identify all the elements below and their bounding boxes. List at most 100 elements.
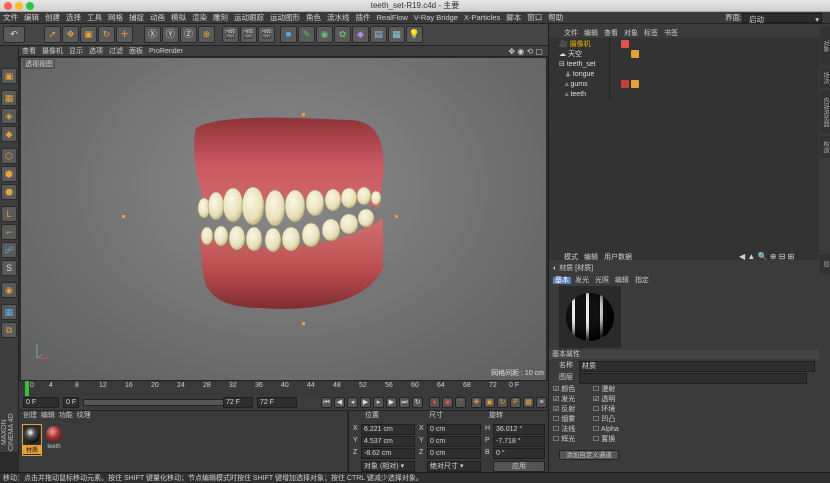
menu-select[interactable]: 选择 (63, 12, 84, 24)
channel-transparency[interactable]: ☑ 透明 (593, 395, 723, 405)
side-tab-structure[interactable]: 构造 (820, 136, 830, 158)
side-tab-objects[interactable]: 对象 (820, 26, 830, 66)
menu-script[interactable]: 脚本 (503, 12, 524, 24)
apply-button[interactable]: 应用 (493, 461, 545, 472)
rotation-p-field[interactable]: -7.718 ° (493, 436, 545, 447)
move-icon[interactable]: ✥ (62, 26, 79, 43)
menu-sculpt[interactable]: 雕刻 (210, 12, 231, 24)
live-select-icon[interactable]: ➚ (44, 26, 61, 43)
attr-menu-edit[interactable]: 编辑 (581, 253, 601, 263)
material-swatch-1[interactable]: 材质 (22, 424, 42, 456)
layer-field[interactable] (579, 373, 807, 384)
vp-menu-display[interactable]: 显示 (66, 46, 86, 57)
frame-range-slider[interactable] (83, 399, 233, 406)
rotation-h-field[interactable]: 36.012 ° (493, 424, 545, 435)
teeth-model[interactable] (21, 58, 546, 380)
y-axis-icon[interactable]: Ⓨ (162, 26, 179, 43)
x-axis-icon[interactable]: Ⓧ (144, 26, 161, 43)
camera-icon[interactable]: ▦ (388, 26, 405, 43)
object-row-gums[interactable]: ▵ gums (565, 80, 588, 90)
loop-icon[interactable]: ↻ (412, 397, 423, 408)
mat-menu-texture[interactable]: 纹理 (77, 412, 91, 419)
viewport-3d[interactable]: 透视视图 网格间距: 10 cm (21, 58, 546, 380)
tab-assign[interactable]: 指定 (633, 277, 651, 284)
menu-xparticles[interactable]: X-Particles (461, 12, 503, 24)
record-keyframe-icon[interactable]: ● (429, 397, 440, 408)
channel-bump[interactable]: ☐ 凹凸 (593, 415, 723, 425)
menu-vray-bridge[interactable]: V-Ray Bridge (411, 12, 461, 24)
mat-menu-create[interactable]: 创建 (23, 412, 37, 419)
menu-animate[interactable]: 动画 (147, 12, 168, 24)
model-mode-icon[interactable]: ▦ (1, 90, 17, 106)
z-axis-icon[interactable]: Ⓩ (180, 26, 197, 43)
position-y-field[interactable]: 4.537 cm (361, 436, 415, 447)
grid-plane-icon[interactable]: ▦ (1, 304, 17, 320)
array-icon[interactable]: ✿ (334, 26, 351, 43)
mat-menu-function[interactable]: 功能 (59, 412, 73, 419)
menu-render[interactable]: 渲染 (189, 12, 210, 24)
tag-icon[interactable] (621, 40, 629, 48)
key-scale-icon[interactable]: ▣ (484, 397, 495, 408)
object-row-tongue[interactable]: ⚶ tongue (565, 70, 594, 80)
key-rotation-icon[interactable]: ↻ (497, 397, 508, 408)
menu-file[interactable]: 文件 (0, 12, 21, 24)
polygons-mode-icon[interactable]: ⬣ (1, 184, 17, 200)
size-mode-select[interactable]: 绝对尺寸 ▾ (427, 461, 481, 472)
menu-window[interactable]: 窗口 (524, 12, 545, 24)
spline-pen-icon[interactable]: ✎ (298, 26, 315, 43)
render-picture-viewer-icon[interactable]: 🎬 (240, 26, 257, 43)
menu-mograph[interactable]: 运动图形 (267, 12, 303, 24)
size-x-field[interactable]: 0 cm (427, 424, 481, 435)
size-y-field[interactable]: 0 cm (427, 436, 481, 447)
position-x-field[interactable]: 6.221 cm (361, 424, 415, 435)
side-tab-takes[interactable]: 场次 (820, 68, 830, 88)
menu-motion-tracking[interactable]: 运动跟踪 (231, 12, 267, 24)
quantize-icon[interactable]: ⧉ (1, 322, 17, 338)
render-settings-icon[interactable]: 🎬 (258, 26, 275, 43)
key-pla-icon[interactable]: ▦ (523, 397, 534, 408)
menu-plugins[interactable]: 插件 (353, 12, 374, 24)
object-row-teeth-set[interactable]: ⊟ teeth_set (559, 60, 596, 70)
start-frame-field[interactable]: 0 F (23, 397, 59, 408)
make-editable-icon[interactable]: ▣ (1, 68, 17, 84)
material-name-field[interactable]: 材质 (579, 361, 815, 372)
material-swatch-2[interactable]: teeth (44, 424, 64, 456)
material-preview[interactable] (559, 286, 621, 348)
deformer-icon[interactable]: ◆ (352, 26, 369, 43)
render-view-icon[interactable]: 🎬 (222, 26, 239, 43)
attr-menu-userdata[interactable]: 用户数据 (601, 253, 635, 263)
channel-displacement[interactable]: ☐ 置换 (593, 435, 723, 445)
attr-menu-mode[interactable]: 模式 (561, 253, 581, 263)
end-frame-field[interactable]: 72 F (257, 397, 297, 408)
tweak-mode-icon[interactable]: ⌐ (1, 224, 17, 240)
cube-icon[interactable]: ■ (280, 26, 297, 43)
tab-illumination[interactable]: 光照 (593, 277, 611, 284)
prev-frame-icon[interactable]: ◂ (347, 397, 358, 408)
key-position-icon[interactable]: ✥ (471, 397, 482, 408)
rotation-b-field[interactable]: 0 ° (493, 448, 545, 459)
attribute-nav-icons[interactable]: ◀ ▲ 🔍 ⊕ ⊟ ⊞ (739, 252, 794, 262)
soft-selection-icon[interactable]: ☍ (1, 242, 17, 258)
lock-workplane-icon[interactable]: ◉ (1, 282, 17, 298)
minimize-window-button[interactable] (15, 2, 23, 10)
layout-select[interactable]: 启动 ▾ (742, 13, 822, 24)
side-tab-layers[interactable]: 层 (820, 254, 830, 274)
object-row-camera[interactable]: 🎥 摄像机 (559, 40, 591, 50)
floor-icon[interactable]: ▤ (370, 26, 387, 43)
add-custom-channel-button[interactable]: 添加自定义通道 (559, 450, 619, 460)
menu-snap[interactable]: 捕捉 (126, 12, 147, 24)
vp-menu-prorender[interactable]: ProRender (146, 46, 186, 57)
vp-menu-filter[interactable]: 过滤 (106, 46, 126, 57)
axis-mode-icon[interactable]: L (1, 206, 17, 222)
menu-mesh[interactable]: 网格 (105, 12, 126, 24)
scale-icon[interactable]: ▣ (80, 26, 97, 43)
next-key-icon[interactable]: ▶ (386, 397, 397, 408)
object-row-teeth[interactable]: ▵ teeth (565, 90, 586, 100)
edges-mode-icon[interactable]: ⬢ (1, 166, 17, 182)
tab-basic[interactable]: 基本 (553, 277, 571, 284)
menu-create[interactable]: 创建 (42, 12, 63, 24)
timeline-ruler[interactable]: 0 4 8 12 16 20 24 28 32 36 40 44 48 52 5… (19, 380, 548, 396)
keyframe-selection-icon[interactable]: ? (455, 397, 466, 408)
playhead[interactable] (25, 381, 29, 396)
material-tag-icon[interactable] (621, 80, 629, 88)
